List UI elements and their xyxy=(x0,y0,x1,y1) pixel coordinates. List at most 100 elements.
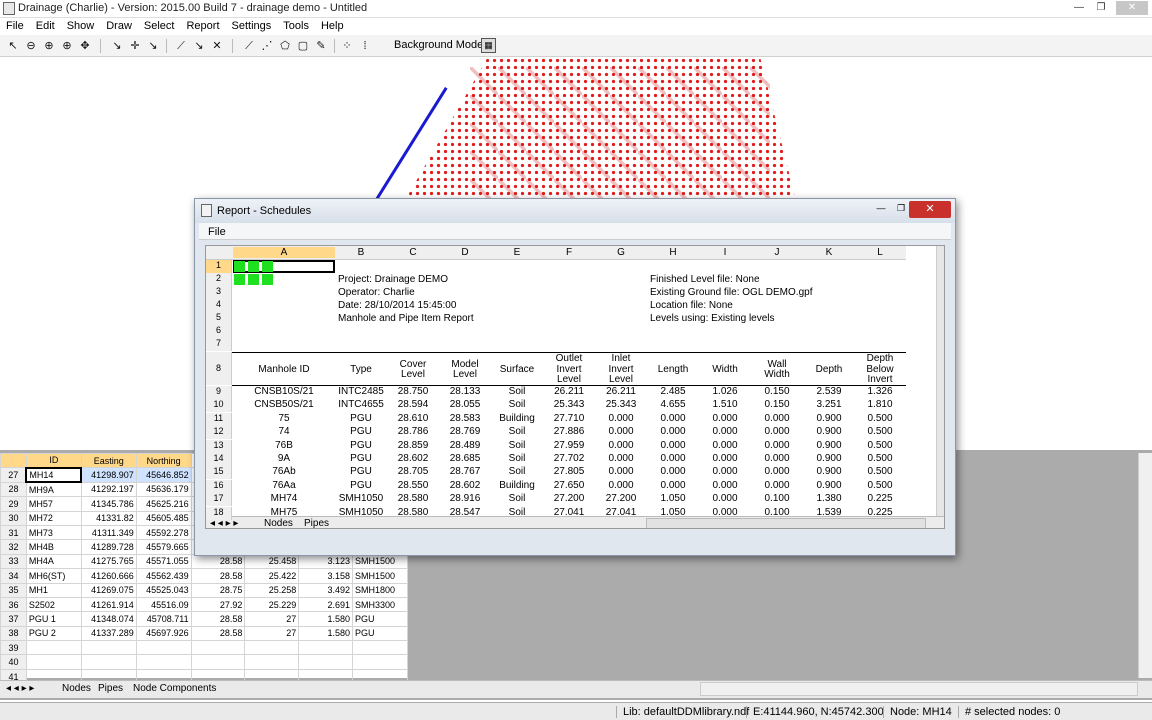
row-number[interactable]: 29 xyxy=(0,496,27,512)
report-cell[interactable]: 0.000 xyxy=(699,413,751,424)
report-cell[interactable]: 26.211 xyxy=(595,386,647,397)
grid-cell[interactable]: 25.229 xyxy=(244,596,300,613)
row-number[interactable]: 37 xyxy=(0,611,27,627)
report-cell[interactable]: 1.326 xyxy=(855,386,905,397)
menu-edit[interactable]: Edit xyxy=(30,18,61,35)
report-cell[interactable]: 0.900 xyxy=(803,413,855,424)
report-cell[interactable]: INTC2485 xyxy=(335,386,387,397)
dialog-title-bar[interactable]: Report - Schedules — ❐ ✕ xyxy=(195,199,955,223)
report-cell[interactable]: 0.000 xyxy=(647,453,699,464)
column-letter-h[interactable]: H xyxy=(647,247,699,258)
row-number[interactable]: 6 xyxy=(206,325,232,338)
report-cell[interactable]: 27.710 xyxy=(543,413,595,424)
row-number[interactable]: 11 xyxy=(206,412,232,426)
grid-cell[interactable]: 41260.666 xyxy=(80,568,137,584)
report-cell[interactable]: 27.200 xyxy=(595,493,647,504)
grid-cell[interactable]: 45516.09 xyxy=(135,596,192,613)
row-number[interactable]: 39 xyxy=(0,640,27,656)
tab-pipes[interactable]: Pipes xyxy=(98,683,123,694)
report-cell[interactable]: 28.610 xyxy=(387,413,439,424)
row-number[interactable]: 9 xyxy=(206,386,232,399)
column-letter-f[interactable]: F xyxy=(543,247,595,258)
report-cell[interactable]: Soil xyxy=(491,440,543,451)
report-cell[interactable]: Soil xyxy=(491,493,543,504)
report-cell[interactable]: 28.750 xyxy=(387,386,439,397)
report-cell[interactable]: 0.500 xyxy=(855,466,905,477)
grid-cell[interactable]: 45605.485 xyxy=(135,510,192,526)
grid-cell[interactable]: MH73 xyxy=(25,524,82,541)
grid-cell[interactable] xyxy=(135,640,192,656)
table-row[interactable]: 39 xyxy=(0,640,408,656)
report-cell[interactable]: 1.810 xyxy=(855,399,905,410)
menu-select[interactable]: Select xyxy=(138,18,181,35)
report-cell[interactable]: 0.000 xyxy=(595,426,647,437)
report-cell[interactable]: 28.594 xyxy=(387,399,439,410)
row-number[interactable]: 38 xyxy=(0,625,27,642)
report-cell[interactable]: 0.000 xyxy=(647,466,699,477)
grid-cell[interactable]: 41298.907 xyxy=(80,467,137,483)
table-row[interactable]: 34 MH6(ST) 41260.666 45562.439 28.58 25.422 3.… xyxy=(0,568,408,584)
grid-cell[interactable]: 28.58 xyxy=(190,611,246,627)
report-cell[interactable]: 0.000 xyxy=(647,480,699,491)
draw-pipe-icon[interactable]: ⟋ xyxy=(173,38,189,54)
line-tool-icon[interactable]: ⟋ xyxy=(241,38,257,54)
row-number[interactable]: 30 xyxy=(0,510,27,526)
row-number[interactable]: 10 xyxy=(206,399,232,413)
report-cell[interactable]: 4.655 xyxy=(647,399,699,410)
report-cell[interactable]: 0.900 xyxy=(803,480,855,491)
horizontal-scrollbar[interactable] xyxy=(700,682,1138,696)
grid-cell[interactable] xyxy=(25,640,82,656)
move-node-icon[interactable]: ✛ xyxy=(127,38,143,54)
column-letter-d[interactable]: D xyxy=(439,247,491,258)
grid-cell[interactable] xyxy=(298,654,354,670)
report-cell[interactable]: 25.343 xyxy=(595,399,647,410)
grid-cell[interactable]: PGU xyxy=(352,611,408,627)
grid-cell[interactable]: 45592.278 xyxy=(135,524,192,541)
col-easting-header[interactable]: Easting xyxy=(80,452,137,469)
report-cell[interactable]: 75 xyxy=(233,413,335,424)
report-cell[interactable]: 0.000 xyxy=(699,440,751,451)
edit-node-icon[interactable]: ↘ xyxy=(145,38,161,54)
dotted-line-icon[interactable]: ⋰ xyxy=(259,38,275,54)
report-cell[interactable]: 0.000 xyxy=(595,480,647,491)
grid-cell[interactable]: 41331.82 xyxy=(80,510,137,526)
grid-cell[interactable]: 41275.765 xyxy=(80,553,137,570)
report-cell[interactable]: SMH1050 xyxy=(335,507,387,518)
grid-cell[interactable]: 45571.055 xyxy=(135,553,192,570)
row-number[interactable]: 32 xyxy=(0,539,27,555)
report-cell[interactable]: 0.100 xyxy=(751,493,803,504)
cross-pipe-icon[interactable]: ✕ xyxy=(209,38,225,54)
grid-cell[interactable]: MH4B xyxy=(25,539,82,555)
report-cell[interactable]: Building xyxy=(491,413,543,424)
row-number[interactable]: 2 xyxy=(206,273,232,286)
grid-cell[interactable]: 28.58 xyxy=(190,568,246,584)
report-cell[interactable]: INTC4655 xyxy=(335,399,387,410)
row-number[interactable]: 16 xyxy=(206,479,232,493)
report-cell[interactable]: 0.000 xyxy=(595,413,647,424)
row-number[interactable]: 27 xyxy=(0,467,27,483)
vertical-scrollbar[interactable] xyxy=(1138,453,1152,678)
grid-cell[interactable]: MH14 xyxy=(25,466,83,484)
report-cell[interactable]: 27.200 xyxy=(543,493,595,504)
sheet-tab-nav-arrows[interactable]: ◂ ◂ ▸ ▸ xyxy=(210,518,238,528)
tab-nodes[interactable]: Nodes xyxy=(62,683,91,694)
report-cell[interactable]: PGU xyxy=(335,413,387,424)
menu-file[interactable]: File xyxy=(0,18,30,35)
select-nodes-icon[interactable]: ⁞ xyxy=(357,38,373,54)
column-letter-b[interactable]: B xyxy=(335,247,387,258)
polygon-icon[interactable]: ⬠ xyxy=(277,38,293,54)
row-number[interactable]: 14 xyxy=(206,453,232,466)
grid-cell[interactable] xyxy=(135,654,192,670)
grid-cell[interactable]: S2502 xyxy=(25,596,82,613)
grid-cell[interactable]: 41261.914 xyxy=(80,596,137,613)
column-letter-c[interactable]: C xyxy=(387,247,439,258)
report-cell[interactable]: 0.225 xyxy=(855,507,905,518)
report-cell[interactable]: 0.000 xyxy=(699,466,751,477)
report-cell[interactable]: 76Ab xyxy=(233,466,335,477)
row-number[interactable]: 17 xyxy=(206,493,232,507)
grid-cell[interactable]: 28.75 xyxy=(190,582,246,598)
minimize-button[interactable]: — xyxy=(1068,1,1090,15)
report-cell[interactable]: 0.000 xyxy=(647,426,699,437)
row-number[interactable]: 4 xyxy=(206,299,232,312)
report-cell[interactable]: Building xyxy=(491,480,543,491)
